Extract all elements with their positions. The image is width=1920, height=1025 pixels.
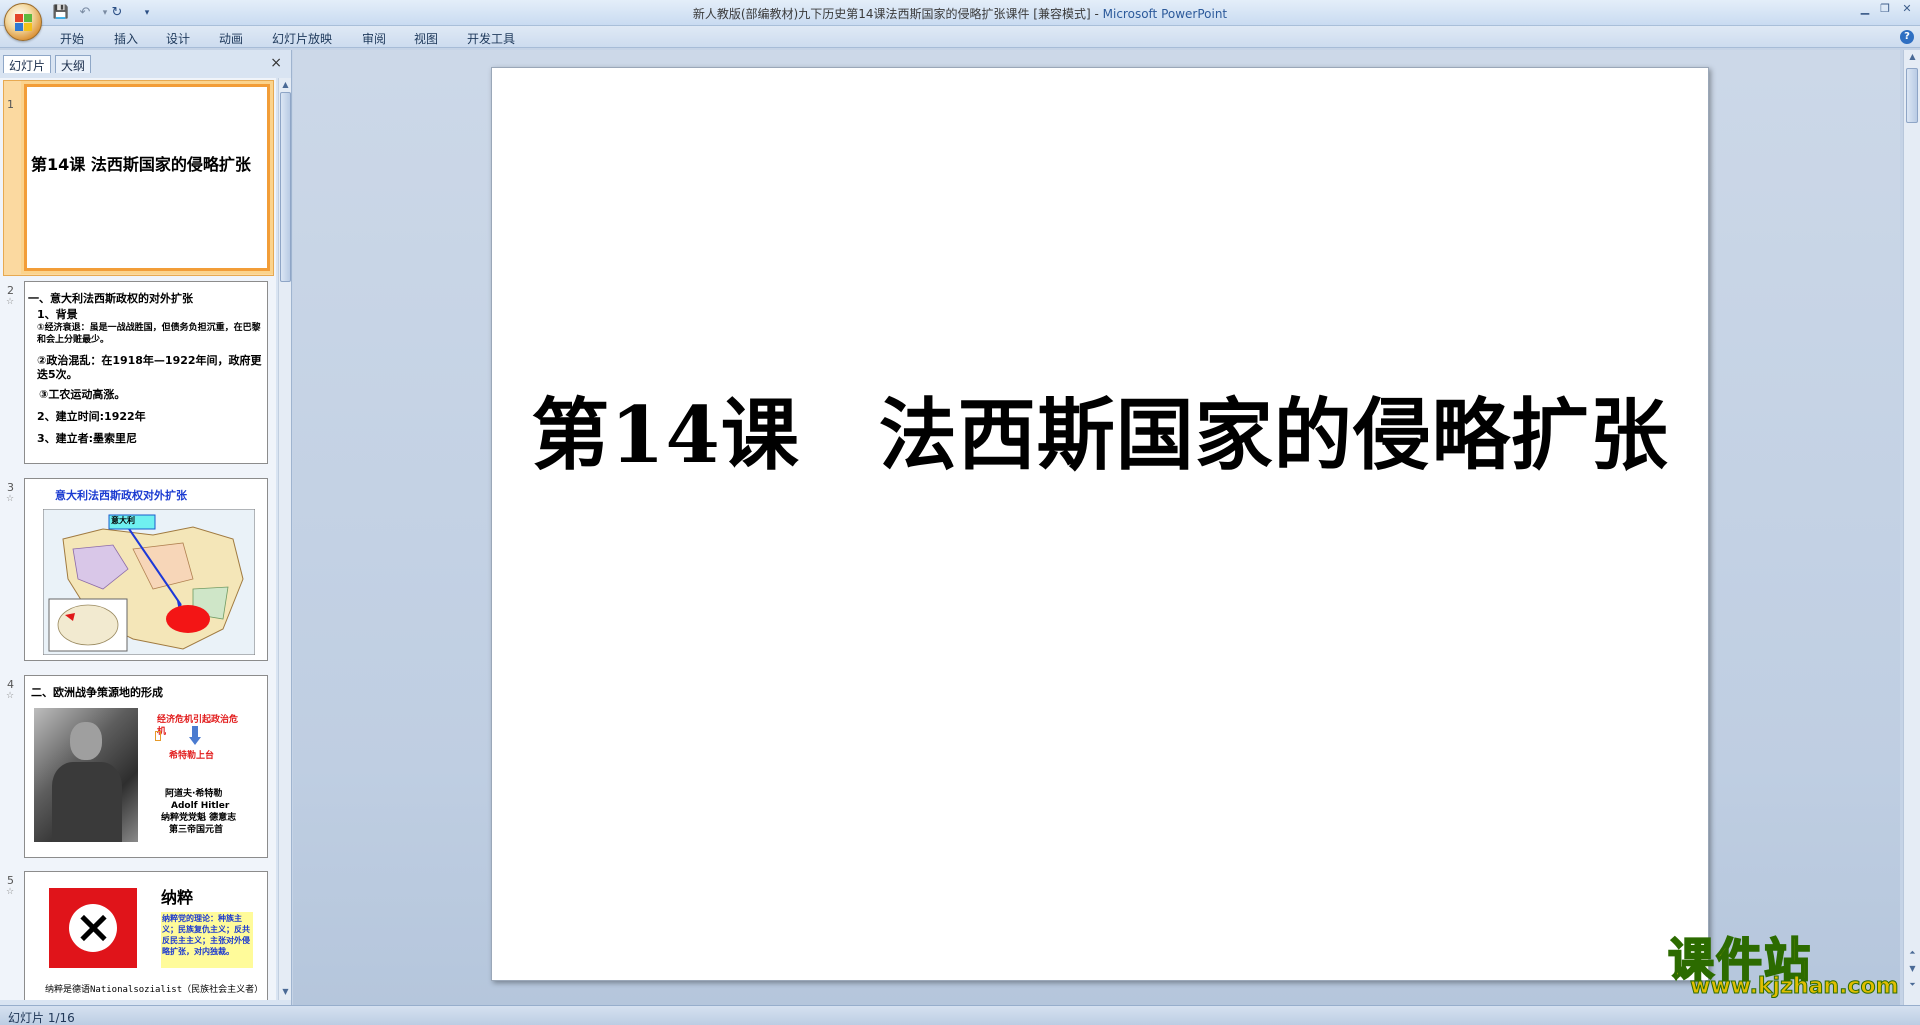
tab-home[interactable]: 开始 <box>60 30 84 47</box>
slide-thumbnail-2[interactable]: 一、意大利法西斯政权的对外扩张 1、背景 ①经济衰退：虽是一战战胜国，但债务负担… <box>24 281 268 464</box>
slides-pane: 幻灯片 大纲 × 1 第14课 法西斯国家的侵略扩张 2 ☆ 一、意大利法西斯政… <box>0 50 292 1005</box>
animation-star-icon: ☆ <box>6 494 15 504</box>
map-label: 意大利 <box>111 516 135 525</box>
arrow-down-icon <box>189 726 201 746</box>
thumb-title: 意大利法西斯政权对外扩张 <box>55 489 187 502</box>
thumbnail-list[interactable]: 1 第14课 法西斯国家的侵略扩张 2 ☆ 一、意大利法西斯政权的对外扩张 1、… <box>0 78 276 1000</box>
thumb-title: 二、欧洲战争策源地的形成 <box>31 686 163 699</box>
thumb-line: ①经济衰退：虽是一战战胜国，但债务负担沉重，在巴黎和会上分赃最少。 <box>37 323 261 345</box>
thumb-caption: 纳粹党党魁 德意志 <box>161 813 237 823</box>
thumb-caption: 第三帝国元首 <box>169 825 224 835</box>
thumbnail-scrollbar[interactable]: ▲ ▼ <box>278 78 291 1000</box>
slide-number: 3 <box>7 481 14 494</box>
next-slide-icon[interactable]: ⏷ <box>1906 978 1919 991</box>
thumb-line: ③工农运动高涨。 <box>39 388 126 401</box>
scroll-up-icon[interactable]: ▲ <box>1906 50 1919 63</box>
window-title: 新人教版(部编教材)九下历史第14课法西斯国家的侵略扩张课件 [兼容模式] - … <box>692 7 1228 21</box>
tab-slides[interactable]: 幻灯片 <box>3 55 52 73</box>
watermark-url: www.kjzhan.com <box>1690 974 1900 1000</box>
scroll-thumb[interactable] <box>280 92 291 282</box>
thumb-caption: 阿道夫·希特勒 <box>165 789 223 799</box>
animation-star-icon: ☆ <box>6 297 15 307</box>
title-bar: 💾 ↶ ▾ ↻ ▾ 新人教版(部编教材)九下历史第14课法西斯国家的侵略扩张课件… <box>0 0 1920 41</box>
office-button[interactable] <box>4 3 42 41</box>
swastika-flag-image <box>49 888 137 968</box>
scroll-down-icon[interactable]: ▼ <box>1906 962 1919 975</box>
tab-developer[interactable]: 开发工具 <box>467 30 515 47</box>
small-box-icon <box>155 731 161 741</box>
slide-number: 5 <box>7 874 14 887</box>
animation-star-icon: ☆ <box>6 691 15 701</box>
tab-insert[interactable]: 插入 <box>114 30 138 47</box>
scroll-up-icon[interactable]: ▲ <box>279 78 292 91</box>
current-slide[interactable]: 第14课 法西斯国家的侵略扩张 <box>491 67 1709 981</box>
portrait-image <box>34 708 138 842</box>
scroll-thumb[interactable] <box>1906 68 1918 123</box>
thumb-red-text: 希特勒上台 <box>169 751 215 761</box>
tab-review[interactable]: 审阅 <box>362 30 386 47</box>
slide-counter: 幻灯片 1/16 <box>8 1011 75 1025</box>
thumb-title: 第14课 法西斯国家的侵略扩张 <box>31 155 251 174</box>
help-icon[interactable]: ? <box>1900 30 1914 44</box>
slide-number: 2 <box>7 284 14 297</box>
thumb-line: 3、建立者:墨索里尼 <box>37 432 138 445</box>
thumb-bottom-text: 纳粹是德语Nationalsozialist（民族社会主义者） <box>45 985 264 995</box>
thumb-caption: Adolf Hitler <box>171 801 230 811</box>
slide-thumbnail-1[interactable]: 第14课 法西斯国家的侵略扩张 <box>24 84 270 271</box>
ribbon-tab-bar: 开始 插入 设计 动画 幻灯片放映 审阅 视图 开发工具 ? <box>0 26 1920 48</box>
animation-star-icon: ☆ <box>6 887 15 897</box>
office-logo-icon <box>15 14 33 32</box>
slide-thumbnail-4[interactable]: 二、欧洲战争策源地的形成 经济危机引起政治危机 希特勒上台 阿道夫·希特勒 Ad… <box>24 675 268 858</box>
tab-design[interactable]: 设计 <box>166 30 190 47</box>
thumb-heading: 一、意大利法西斯政权的对外扩张 <box>28 292 193 305</box>
slide-thumbnail-3[interactable]: 意大利法西斯政权对外扩张 意大利 <box>24 478 268 661</box>
tab-slideshow[interactable]: 幻灯片放映 <box>272 30 332 47</box>
map-image <box>43 509 255 655</box>
close-pane-icon[interactable]: × <box>270 55 282 71</box>
thumb-line: ②政治混乱：在1918年—1922年间，政府更迭5次。 <box>37 354 262 381</box>
tab-animation[interactable]: 动画 <box>219 30 243 47</box>
thumb-line: 1、背景 <box>37 308 78 321</box>
tab-view[interactable]: 视图 <box>414 30 438 47</box>
slide-title[interactable]: 第14课 法西斯国家的侵略扩张 <box>492 373 1708 485</box>
previous-slide-icon[interactable]: ⏶ <box>1906 946 1919 959</box>
minimize-icon[interactable]: ▁ <box>1856 2 1874 16</box>
thumb-line: 2、建立时间:1922年 <box>37 410 146 423</box>
slide-number: 1 <box>7 98 14 111</box>
slide-editing-area: 第14课 法西斯国家的侵略扩张 <box>293 50 1900 1005</box>
restore-icon[interactable]: ❐ <box>1876 2 1894 16</box>
slide-number: 4 <box>7 678 14 691</box>
watermark: 课件站 www.kjzhan.com <box>1667 924 1900 1002</box>
tab-outline[interactable]: 大纲 <box>55 55 92 73</box>
thumb-title: 纳粹 <box>161 888 194 907</box>
status-bar: 幻灯片 1/16 <box>0 1005 1920 1025</box>
close-window-icon[interactable]: ✕ <box>1898 2 1916 16</box>
slide-scrollbar[interactable]: ▲ ⏶ ▼ ⏷ <box>1903 50 1920 1005</box>
pane-tabs: 幻灯片 大纲 × <box>0 53 292 73</box>
thumb-theory-box: 纳粹党的理论：种族主义；民族复仇主义；反共反民主主义；主张对外侵略扩张，对内独裁… <box>161 912 253 968</box>
slide-thumbnail-5[interactable]: 纳粹 纳粹党的理论：种族主义；民族复仇主义；反共反民主主义；主张对外侵略扩张，对… <box>24 871 268 1000</box>
scroll-down-icon[interactable]: ▼ <box>279 985 292 998</box>
